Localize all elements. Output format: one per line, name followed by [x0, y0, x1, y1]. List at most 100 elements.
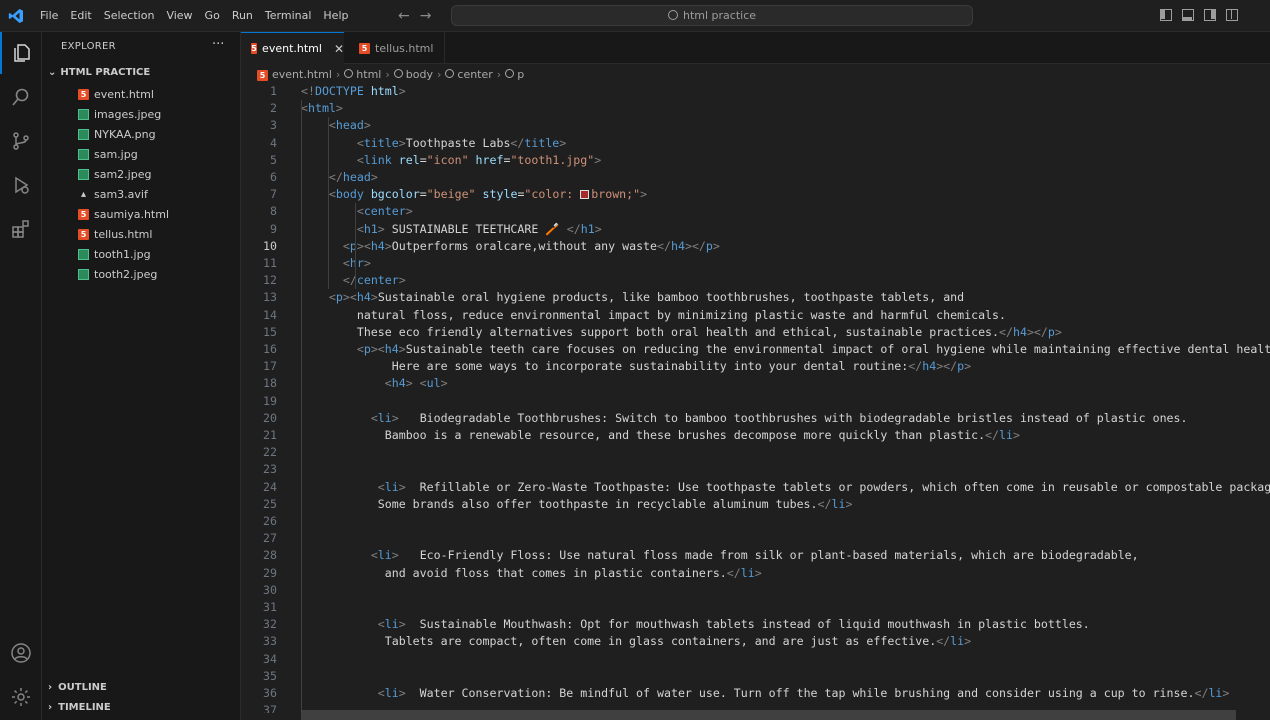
image-file-icon	[78, 128, 89, 140]
workspace-folder[interactable]: ⌄ HTML PRACTICE	[48, 67, 150, 78]
toggle-secondary-sidebar-icon[interactable]	[1204, 9, 1216, 21]
file-item[interactable]: tooth1.jpg	[78, 244, 151, 264]
code-token: h4	[370, 238, 385, 253]
more-actions-icon[interactable]: ···	[212, 37, 224, 52]
code-token: >	[1012, 428, 1020, 442]
code-token: li	[384, 617, 399, 632]
chevron-right-icon: ›	[335, 67, 341, 81]
toggle-primary-sidebar-icon[interactable]	[1160, 9, 1172, 21]
source-control-icon[interactable]	[0, 120, 42, 162]
run-debug-icon[interactable]	[0, 164, 42, 206]
menu-view[interactable]: View	[160, 0, 198, 32]
menu-terminal[interactable]: Terminal	[259, 0, 318, 32]
breadcrumb-label: p	[517, 67, 525, 81]
editor-tabs: 5 event.html ✕ 5 tellus.html	[241, 32, 1270, 64]
toggle-panel-icon[interactable]	[1182, 9, 1194, 21]
code-token: >	[640, 187, 648, 202]
line-number: 8	[270, 204, 277, 219]
code-line: 35	[241, 668, 1270, 685]
menu-go[interactable]: Go	[199, 0, 226, 32]
code-line: 31	[241, 599, 1270, 616]
color-swatch[interactable]	[580, 190, 590, 200]
code-editor[interactable]: 1 <!DOCTYPE html> 2 <html> 3 <head> 4 <title>…	[241, 83, 1270, 713]
code-token: >	[398, 479, 406, 494]
breadcrumb-item[interactable]: html	[344, 68, 381, 81]
menu-file[interactable]: File	[34, 0, 64, 32]
code-token: >	[1222, 686, 1230, 700]
menu-help[interactable]: Help	[317, 0, 354, 32]
file-name: sam3.avif	[94, 187, 148, 201]
tab-tellus-html[interactable]: 5 tellus.html	[349, 32, 445, 64]
timeline-section[interactable]: › TIMELINE	[48, 702, 111, 713]
indent-guide	[328, 117, 329, 290]
file-item[interactable]: ▴ sam3.avif	[78, 184, 148, 204]
file-item[interactable]: images.jpeg	[78, 104, 161, 124]
account-icon[interactable]	[0, 632, 42, 674]
code-line: 8 <center>	[241, 203, 1270, 220]
menu-bar: File Edit Selection View Go Run Terminal Help	[34, 0, 354, 32]
command-center-search[interactable]: html practice	[451, 5, 973, 26]
code-token: <	[377, 479, 385, 494]
file-item[interactable]: 5 event.html	[78, 84, 154, 104]
menu-edit[interactable]: Edit	[64, 0, 97, 32]
code-token: ><	[342, 290, 357, 305]
code-token: >	[594, 221, 602, 236]
code-token: >	[440, 376, 448, 391]
file-item[interactable]: sam.jpg	[78, 144, 138, 164]
menu-selection[interactable]: Selection	[98, 0, 161, 32]
gear-icon[interactable]	[0, 676, 42, 718]
code-token: <	[377, 686, 385, 700]
breadcrumb-item[interactable]: body	[393, 68, 433, 81]
file-item[interactable]: 5 saumiya.html	[78, 204, 169, 224]
back-arrow-icon[interactable]: ←	[398, 8, 410, 24]
breadcrumb-item[interactable]: p	[505, 68, 524, 81]
code-token: li	[384, 479, 399, 494]
explorer-sidebar: EXPLORER ··· ⌄ HTML PRACTICE 5 event.html i…	[42, 32, 241, 720]
code-text: Here are some ways to incorporate sustai…	[301, 358, 971, 375]
file-name: tooth1.jpg	[94, 247, 151, 261]
code-token: <	[356, 204, 364, 219]
code-token: ></	[1026, 324, 1048, 339]
file-item[interactable]: 5 tellus.html	[78, 224, 152, 244]
html-file-icon: 5	[78, 228, 89, 240]
editor-area: 5 event.html ✕ 5 tellus.html 5 event.html…	[241, 32, 1270, 720]
forward-arrow-icon[interactable]: →	[420, 8, 432, 24]
chevron-right-icon: ›	[385, 67, 390, 81]
line-number: 17	[263, 359, 277, 374]
customize-layout-icon[interactable]	[1226, 9, 1238, 21]
horizontal-scrollbar[interactable]	[301, 710, 1236, 720]
file-item[interactable]: sam2.jpeg	[78, 164, 151, 184]
code-token: >	[377, 221, 385, 236]
code-line: 2 <html>	[241, 100, 1270, 117]
menu-run[interactable]: Run	[226, 0, 259, 32]
code-text: <hr>	[301, 255, 371, 272]
code-text: Tablets are compact, often come in glass…	[301, 633, 971, 650]
code-token: h1	[363, 221, 378, 236]
vscode-logo-icon[interactable]	[8, 8, 24, 24]
html-file-icon: 5	[257, 69, 268, 81]
code-line: 21 Bamboo is a renewable resource, and t…	[241, 427, 1270, 444]
code-token: h4	[391, 376, 406, 391]
files-icon[interactable]	[0, 32, 42, 74]
file-item[interactable]: tooth2.jpeg	[78, 264, 157, 284]
code-token: <	[328, 187, 336, 202]
outline-section[interactable]: › OUTLINE	[48, 682, 107, 693]
code-token: </	[328, 170, 343, 184]
file-item[interactable]: NYKAA.png	[78, 124, 156, 144]
search-icon[interactable]	[0, 76, 42, 118]
code-token: <	[356, 152, 364, 167]
line-number: 21	[263, 428, 277, 442]
code-token: center	[363, 204, 406, 219]
extensions-icon[interactable]	[0, 208, 42, 250]
code-token: brown;"	[591, 187, 641, 202]
tab-event-html[interactable]: 5 event.html ✕	[241, 32, 344, 64]
code-text: </head>	[301, 169, 378, 186]
close-icon[interactable]: ✕	[334, 42, 344, 56]
code-token: >	[754, 565, 762, 580]
code-text: <!DOCTYPE html>	[301, 83, 406, 100]
breadcrumb-item[interactable]: center	[445, 68, 493, 81]
breadcrumb-item[interactable]: 5 event.html	[257, 68, 332, 81]
code-token: "icon"	[426, 152, 469, 167]
